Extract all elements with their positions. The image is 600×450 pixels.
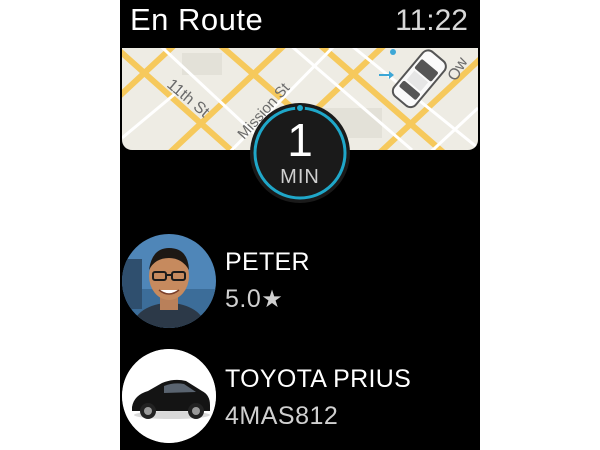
vehicle-model: TOYOTA PRIUS — [225, 365, 412, 393]
driver-rating: 5.0★ — [225, 285, 310, 314]
vehicle-plate: 4MAS812 — [225, 402, 339, 430]
car-photo-icon — [122, 349, 216, 443]
progress-dot-icon — [295, 103, 305, 113]
eta-unit: MIN — [280, 166, 320, 188]
vehicle-image — [122, 349, 216, 443]
vehicle-row[interactable]: TOYOTA PRIUS 4MAS812 — [120, 349, 480, 445]
driver-name: PETER — [225, 248, 310, 276]
clock-time: 11:22 — [395, 4, 468, 37]
driver-row[interactable]: PETER 5.0★ — [120, 234, 480, 330]
driver-avatar — [122, 234, 216, 328]
rating-value: 5.0 — [225, 285, 262, 313]
driver-info: PETER 5.0★ — [225, 248, 310, 314]
eta-value: 1 — [287, 114, 313, 166]
eta-badge: 1 MIN — [247, 100, 353, 206]
star-icon: ★ — [261, 286, 284, 313]
page-title: En Route — [130, 2, 264, 37]
watch-screen: En Route 11:22 11th St Mission St Ow 1 M… — [120, 0, 480, 450]
vehicle-info: TOYOTA PRIUS 4MAS812 — [225, 365, 411, 431]
